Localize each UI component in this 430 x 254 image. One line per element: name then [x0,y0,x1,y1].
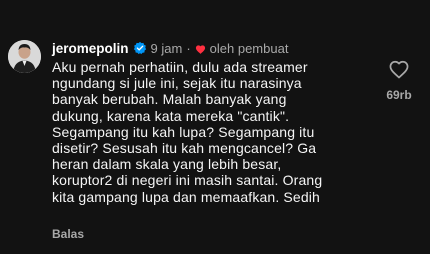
comment-time: 9 jam [150,40,183,56]
verified-badge-icon [133,41,147,55]
username[interactable]: jeromepolin [52,41,129,56]
liked-by-author-label: oleh pembuat [209,40,289,56]
separator-dot: · [186,40,191,56]
like-count: 69rb [386,88,412,102]
like-column: 69rb [378,59,420,102]
heart-outline-icon[interactable] [388,59,410,79]
heart-filled-icon [195,43,206,54]
comment-header: jeromepolin 9 jam · oleh pembuat [52,40,288,56]
reply-button[interactable]: Balas [52,227,84,241]
avatar[interactable] [8,40,41,73]
comment-text: Aku pernah perhatiin, dulu ada streamer … [52,59,323,205]
comment: jeromepolin 9 jam · oleh pembuat Aku per… [0,0,430,254]
